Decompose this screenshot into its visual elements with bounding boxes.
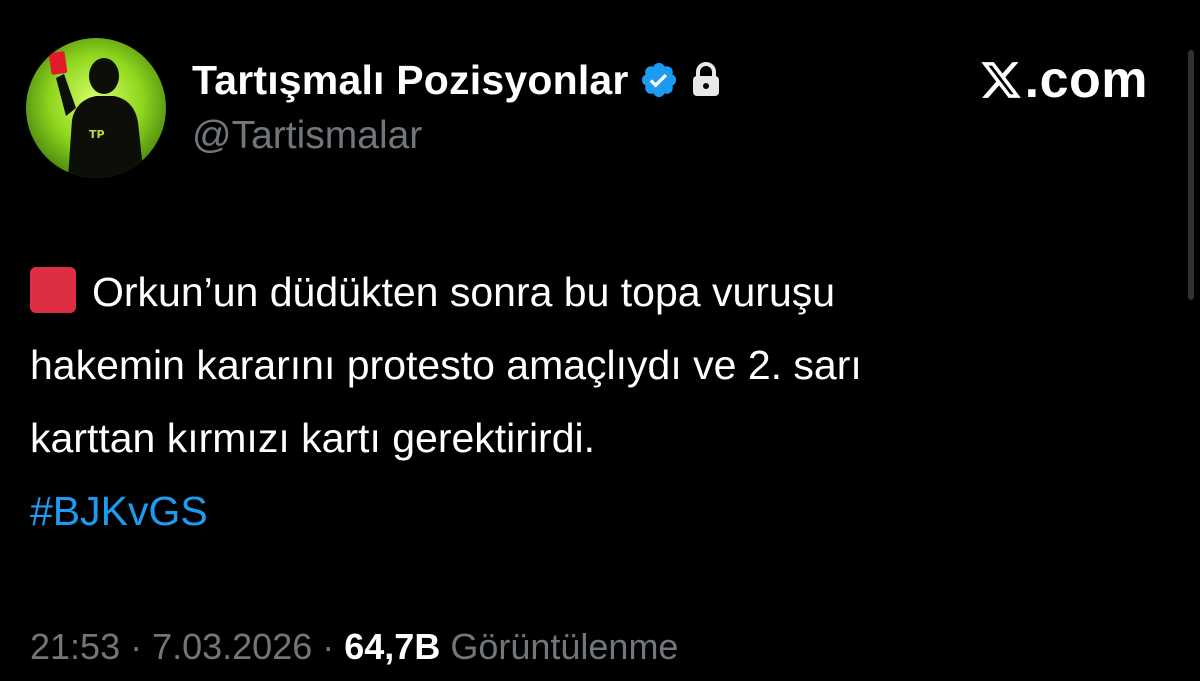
views-count[interactable]: 64,7B [344, 626, 440, 668]
avatar[interactable]: TP [26, 38, 166, 178]
author-name-row: Tartışmalı Pozisyonlar [192, 50, 723, 110]
avatar-image: TP [26, 38, 166, 178]
tweet-text: Orkun’un düdükten sonra bu topa vuruşu h… [30, 256, 1170, 548]
avatar-badge-text: TP [89, 128, 105, 141]
brand: .com [979, 50, 1148, 110]
display-name[interactable]: Tartışmalı Pozisyonlar [192, 57, 629, 104]
brand-domain-text: .com [1024, 51, 1148, 109]
x-logo-icon [979, 58, 1023, 102]
tweet-meta: 21:53 · 7.03.2026 · 64,7B Görüntülenme [30, 626, 678, 668]
verified-badge-icon [639, 60, 679, 100]
tweet-card: TP Tartışmalı Pozisyonlar @Tartismalar .… [0, 0, 1200, 681]
meta-separator: · [322, 626, 335, 667]
tweet-line: karttan kırmızı kartı gerektirirdi. [30, 415, 596, 461]
scrollbar[interactable] [1188, 50, 1194, 300]
hashtag-link[interactable]: #BJKvGS [30, 475, 1170, 548]
tweet-line: hakemin kararını protesto amaçlıydı ve 2… [30, 342, 862, 388]
tweet-line: Orkun’un düdükten sonra bu topa vuruşu [30, 256, 1170, 329]
red-square-icon [30, 267, 76, 313]
meta-separator: · [130, 626, 143, 667]
tweet-date[interactable]: 7.03.2026 [152, 626, 312, 668]
tweet-time[interactable]: 21:53 [30, 626, 120, 668]
author-handle[interactable]: @Tartismalar [192, 114, 422, 158]
views-label: Görüntülenme [450, 626, 679, 667]
lock-icon [689, 60, 723, 100]
tweet-line-text: Orkun’un düdükten sonra bu topa vuruşu [92, 269, 836, 315]
